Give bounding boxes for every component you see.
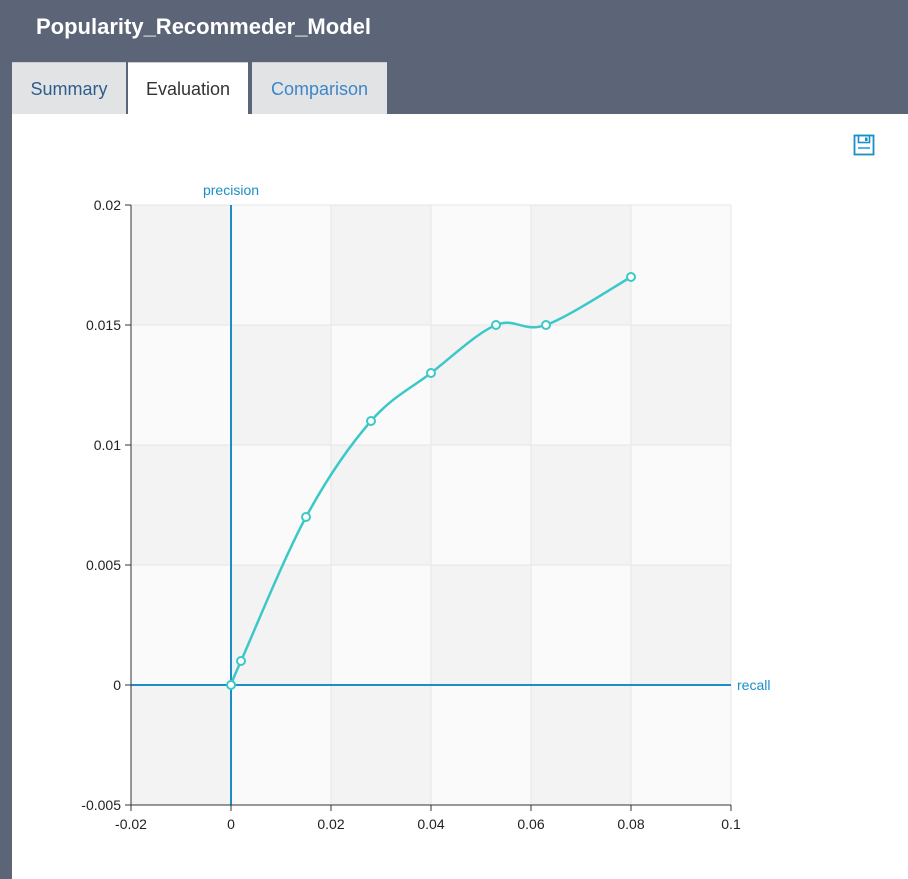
plot-band — [231, 205, 331, 325]
plot-band — [231, 445, 331, 565]
plot-band — [531, 445, 631, 565]
plot-band — [331, 565, 431, 685]
data-point — [366, 416, 376, 426]
plot-band — [131, 325, 231, 445]
plot-band — [331, 205, 431, 325]
plot-band — [431, 445, 531, 565]
x-tick-label: 0.1 — [721, 816, 741, 832]
data-point — [236, 656, 246, 666]
plot-band — [131, 205, 231, 325]
y-tick-label: 0 — [113, 677, 121, 693]
x-tick-label: -0.02 — [115, 816, 147, 832]
data-point — [491, 320, 501, 330]
x-tick-label: 0 — [227, 816, 235, 832]
precision-recall-chart: -0.02 0 0.02 0.04 0.06 0.08 0.1 0.02 0.015 0.01 0.… — [81, 182, 770, 832]
y-tick-label: 0.01 — [94, 437, 121, 453]
plot-band — [431, 205, 531, 325]
x-tick-label: 0.08 — [617, 816, 644, 832]
plot-band — [631, 205, 731, 325]
x-tick-label: 0.04 — [417, 816, 444, 832]
plot-band — [131, 685, 231, 805]
data-point — [301, 512, 311, 522]
plot-band — [431, 325, 531, 445]
plot-band — [631, 325, 731, 445]
plot-band — [231, 565, 331, 685]
plot-band — [231, 685, 331, 805]
y-tick-label: 0.005 — [86, 557, 121, 573]
plot-band — [231, 325, 331, 445]
data-point — [426, 368, 436, 378]
x-axis-label: recall — [737, 677, 770, 693]
plot-band — [631, 445, 731, 565]
data-point — [626, 272, 636, 282]
data-point — [541, 320, 551, 330]
plot-band — [131, 565, 231, 685]
y-tick-label: -0.005 — [81, 797, 121, 813]
plot-band — [131, 445, 231, 565]
plot-band — [531, 325, 631, 445]
plot-band — [331, 685, 431, 805]
x-tick-label: 0.06 — [517, 816, 544, 832]
plot-band — [431, 565, 531, 685]
y-tick-label: 0.015 — [86, 317, 121, 333]
x-tick-label: 0.02 — [317, 816, 344, 832]
data-point — [226, 680, 236, 690]
plot-band — [631, 565, 731, 685]
plot-band — [431, 685, 531, 805]
plot-band — [531, 565, 631, 685]
plot-band — [331, 445, 431, 565]
y-tick-label: 0.02 — [94, 197, 121, 213]
y-axis-label: precision — [203, 182, 259, 198]
plot-band — [531, 685, 631, 805]
plot-band — [631, 685, 731, 805]
